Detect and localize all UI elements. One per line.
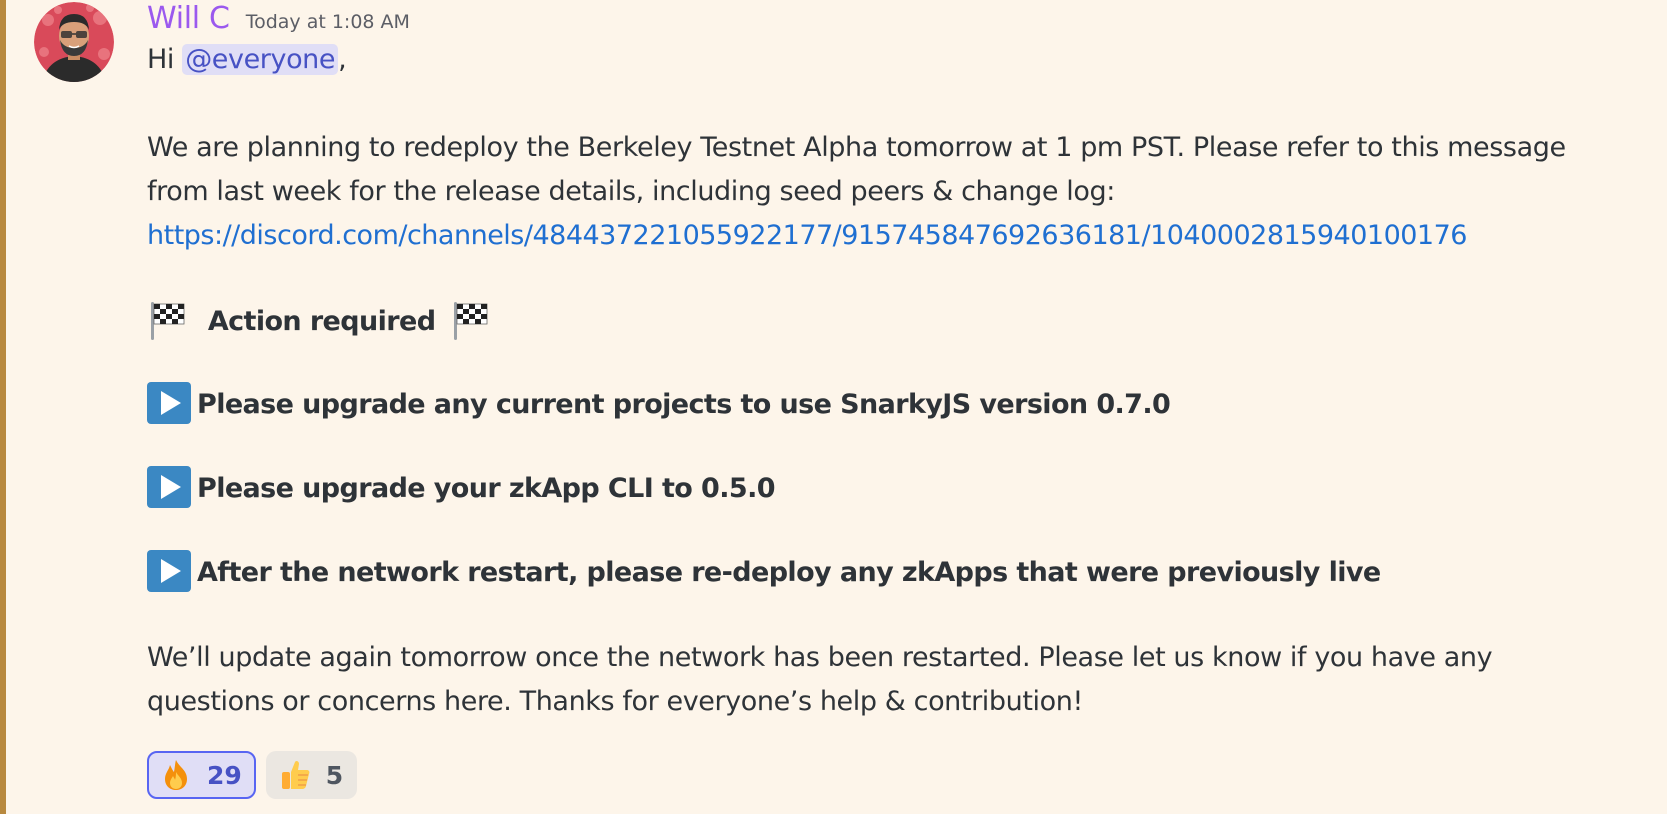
- greeting-suffix: ,: [338, 44, 347, 75]
- action-item: Please upgrade your zkApp CLI to 0.5.0: [147, 466, 1627, 512]
- action-item: After the network restart, please re-dep…: [147, 550, 1627, 596]
- action-item: Please upgrade any current projects to u…: [147, 382, 1627, 428]
- action-heading-line: Action required: [147, 298, 1627, 344]
- reaction-thumbs-up[interactable]: 5: [265, 751, 358, 799]
- message-timestamp[interactable]: Today at 1:08 AM: [246, 3, 410, 41]
- action-item-text: After the network restart, please re-dep…: [197, 557, 1381, 588]
- message-link[interactable]: https://discord.com/channels/48443722105…: [147, 214, 1627, 258]
- message-highlight-bar: [0, 0, 6, 814]
- avatar[interactable]: [34, 2, 114, 82]
- play-button-icon: [147, 382, 191, 424]
- action-item-text: Please upgrade your zkApp CLI to 0.5.0: [197, 473, 776, 504]
- checkered-flag-icon: [454, 302, 488, 340]
- reactions-bar: 29 5: [147, 751, 358, 799]
- closing-line-1: We’ll update again tomorrow once the net…: [147, 642, 1493, 673]
- message-header: Will C Today at 1:08 AM: [147, 0, 1627, 40]
- fire-icon: [165, 760, 187, 790]
- reaction-fire[interactable]: 29: [147, 751, 256, 799]
- chat-message: Will C Today at 1:08 AM Hi @everyone, We…: [0, 0, 1667, 814]
- greeting-line: Hi @everyone,: [147, 38, 1627, 82]
- play-button-icon: [147, 550, 191, 592]
- action-item-text: Please upgrade any current projects to u…: [197, 389, 1171, 420]
- action-heading: Action required: [207, 306, 436, 337]
- thumbs-up-icon: [281, 760, 310, 789]
- checkered-flag-icon: [151, 302, 185, 340]
- paragraph-line-2: from last week for the release details, …: [147, 176, 1115, 207]
- reaction-count: 29: [207, 760, 242, 790]
- paragraph-line-1: We are planning to redeploy the Berkeley…: [147, 132, 1566, 163]
- everyone-mention[interactable]: @everyone: [182, 44, 339, 75]
- greeting-prefix: Hi: [147, 44, 183, 75]
- closing-line-2: questions or concerns here. Thanks for e…: [147, 686, 1083, 717]
- message-content: Will C Today at 1:08 AM Hi @everyone, We…: [147, 0, 1627, 724]
- play-button-icon: [147, 466, 191, 508]
- author-name[interactable]: Will C: [147, 0, 230, 38]
- reaction-count: 5: [325, 760, 344, 790]
